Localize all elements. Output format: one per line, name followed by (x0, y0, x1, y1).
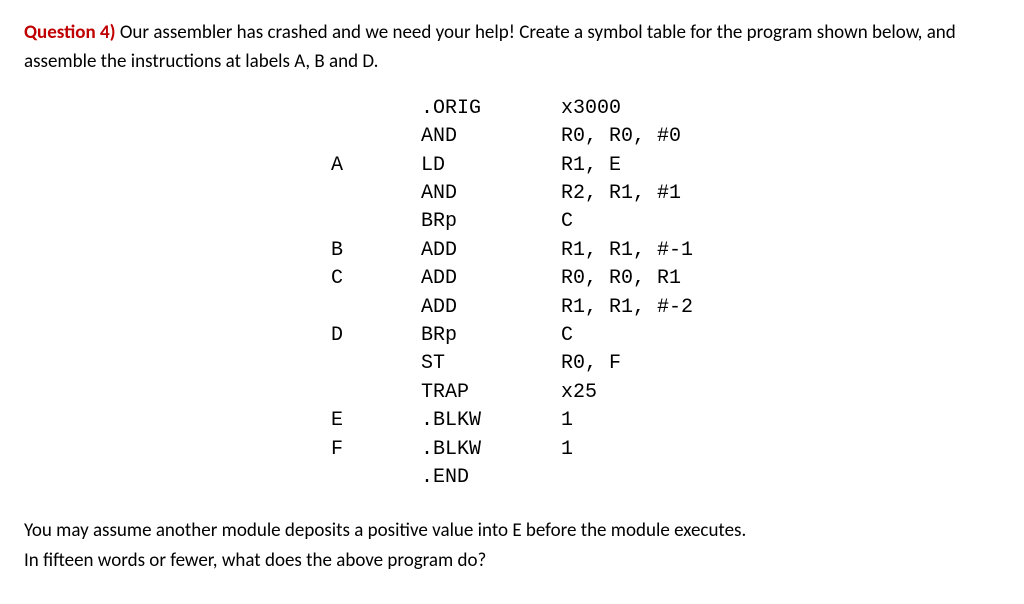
code-line: BADDR1, R1, #-1 (331, 237, 693, 265)
code-label: E (331, 407, 421, 435)
code-args: x25 (561, 379, 597, 407)
code-label (331, 123, 421, 151)
code-line: BRpC (331, 208, 693, 236)
code-args: R0, F (561, 350, 621, 378)
code-op: ST (421, 350, 561, 378)
code-args: R1, E (561, 152, 621, 180)
code-args: R2, R1, #1 (561, 180, 681, 208)
code-line: STR0, F (331, 350, 693, 378)
code-op: ADD (421, 237, 561, 265)
question-number: Question 4) (24, 21, 116, 44)
code-op: .END (421, 464, 561, 492)
footer-line-2: In fifteen words or fewer, what does the… (24, 546, 1000, 575)
code-line: ANDR0, R0, #0 (331, 123, 693, 151)
code-label (331, 350, 421, 378)
code-label: F (331, 436, 421, 464)
question-text: Our assembler has crashed and we need yo… (24, 21, 956, 73)
code-op: .ORIG (421, 95, 561, 123)
footer-text: You may assume another module deposits a… (24, 516, 1000, 575)
code-label: D (331, 322, 421, 350)
code-op: BRp (421, 208, 561, 236)
code-op: AND (421, 123, 561, 151)
code-op: LD (421, 152, 561, 180)
code-label (331, 464, 421, 492)
question-intro: Question 4) Our assembler has crashed an… (24, 18, 1000, 77)
code-op: TRAP (421, 379, 561, 407)
code-line: CADDR0, R0, R1 (331, 265, 693, 293)
code-label (331, 294, 421, 322)
code-label (331, 180, 421, 208)
code-line: DBRpC (331, 322, 693, 350)
code-args: R1, R1, #-2 (561, 294, 693, 322)
code-op: BRp (421, 322, 561, 350)
code-op: .BLKW (421, 407, 561, 435)
code-args: C (561, 322, 573, 350)
code-args: x3000 (561, 95, 621, 123)
code-line: .ORIGx3000 (331, 95, 693, 123)
code-args: R1, R1, #-1 (561, 237, 693, 265)
code-label (331, 379, 421, 407)
code-label: B (331, 237, 421, 265)
code-op: AND (421, 180, 561, 208)
code-line: ALDR1, E (331, 152, 693, 180)
code-line: .END (331, 464, 693, 492)
code-args: C (561, 208, 573, 236)
code-args: R0, R0, #0 (561, 123, 681, 151)
code-args: 1 (561, 436, 573, 464)
code-op: ADD (421, 265, 561, 293)
code-label (331, 95, 421, 123)
code-label: A (331, 152, 421, 180)
code-op: .BLKW (421, 436, 561, 464)
code-op: ADD (421, 294, 561, 322)
code-args: 1 (561, 407, 573, 435)
code-line: ANDR2, R1, #1 (331, 180, 693, 208)
code-args: R0, R0, R1 (561, 265, 681, 293)
code-line: E.BLKW1 (331, 407, 693, 435)
code-label (331, 208, 421, 236)
code-line: F.BLKW1 (331, 436, 693, 464)
code-line: TRAPx25 (331, 379, 693, 407)
assembly-listing: .ORIGx3000 ANDR0, R0, #0 ALDR1, E ANDR2,… (331, 95, 693, 492)
footer-line-1: You may assume another module deposits a… (24, 516, 1000, 545)
code-label: C (331, 265, 421, 293)
code-line: ADDR1, R1, #-2 (331, 294, 693, 322)
